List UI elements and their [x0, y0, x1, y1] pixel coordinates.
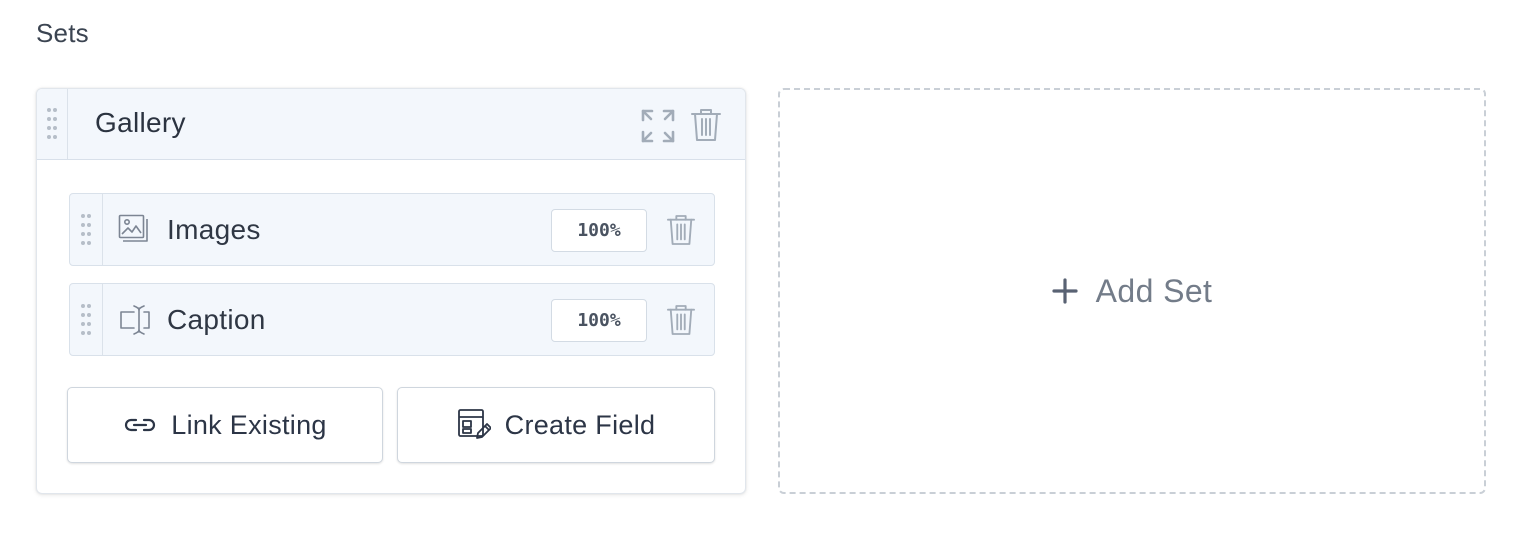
field-trash-icon[interactable] — [667, 304, 695, 341]
add-set-button[interactable]: Add Set — [778, 88, 1486, 494]
set-drag-handle[interactable] — [37, 89, 68, 159]
field-width-selector[interactable]: 100% — [551, 299, 647, 342]
create-field-button[interactable]: Create Field — [397, 387, 715, 463]
field-drag-handle[interactable] — [70, 284, 103, 355]
expand-icon[interactable] — [641, 109, 675, 148]
field-label[interactable]: Caption — [167, 304, 266, 336]
set-header: Gallery — [37, 89, 745, 160]
field-label[interactable]: Images — [167, 214, 261, 246]
field-row-images: Images 100% — [69, 193, 715, 266]
create-field-icon — [457, 409, 491, 439]
set-card-gallery: Gallery Images 100% Caption 100% Link Ex… — [36, 88, 746, 494]
drag-dots-icon — [81, 303, 91, 335]
link-existing-button[interactable]: Link Existing — [67, 387, 383, 463]
text-cursor-icon — [118, 304, 152, 343]
link-existing-label: Link Existing — [171, 409, 327, 440]
set-trash-icon[interactable] — [691, 108, 721, 147]
field-row-caption: Caption 100% — [69, 283, 715, 356]
field-drag-handle[interactable] — [70, 194, 103, 265]
drag-dots-icon — [81, 213, 91, 245]
sets-heading: Sets — [36, 18, 89, 48]
image-gallery-icon — [118, 214, 150, 251]
drag-dots-icon — [47, 108, 57, 139]
set-title[interactable]: Gallery — [95, 107, 186, 139]
plus-icon — [1052, 278, 1078, 304]
field-trash-icon[interactable] — [667, 214, 695, 251]
add-set-label: Add Set — [1095, 272, 1213, 309]
field-width-selector[interactable]: 100% — [551, 209, 647, 252]
create-field-label: Create Field — [504, 409, 656, 440]
link-icon — [125, 418, 156, 432]
